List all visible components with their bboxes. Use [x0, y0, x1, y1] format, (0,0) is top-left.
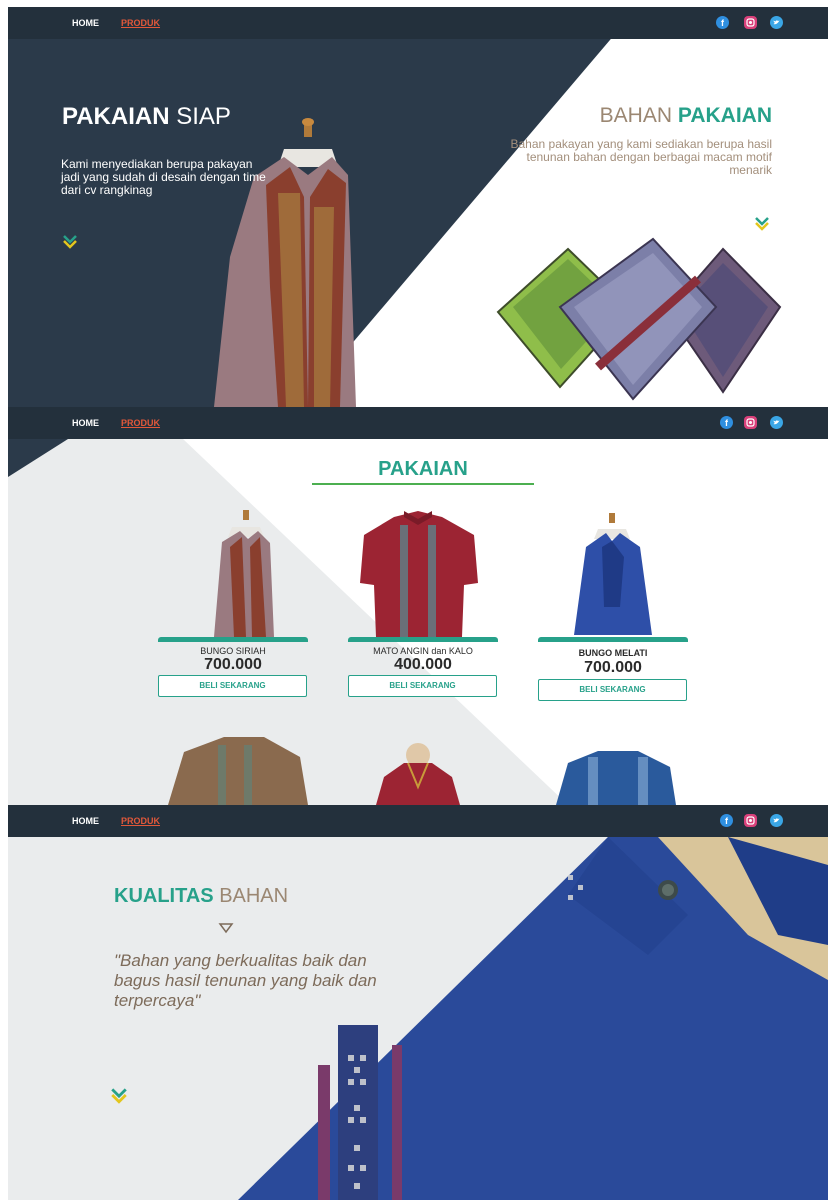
instagram-icon[interactable] [744, 416, 757, 429]
product-price: 700.000 [584, 659, 642, 676]
product-card-bar [538, 637, 688, 642]
product-card-bar [348, 637, 498, 642]
hero-left-title: PAKAIAN SIAP [62, 103, 231, 131]
product-name: BUNGO MELATI [578, 648, 648, 658]
nav-home-link[interactable]: HOME [72, 18, 99, 28]
nav-home-link[interactable]: HOME [72, 418, 99, 428]
facebook-icon[interactable]: f [716, 16, 729, 29]
nav-produk-link[interactable]: PRODUK [121, 418, 160, 428]
twitter-icon[interactable] [770, 814, 783, 827]
nav-produk-link[interactable]: PRODUK [121, 18, 160, 28]
hero-right-title-light: BAHAN [599, 104, 673, 127]
product-price: 400.000 [394, 656, 452, 673]
chevron-down-icon[interactable] [62, 233, 78, 249]
chevron-down-icon[interactable] [110, 1086, 128, 1104]
products-title-underline [312, 483, 534, 485]
nav-home-link[interactable]: HOME [72, 816, 99, 826]
top-navigation: HOME PRODUK f [8, 407, 828, 439]
product-image-row2-3 [556, 751, 676, 805]
product-name: MATO ANGIN dan KALO [373, 646, 473, 656]
hero-background [8, 7, 828, 407]
product-card-bar [158, 637, 308, 642]
instagram-icon[interactable] [744, 814, 757, 827]
twitter-icon[interactable] [770, 416, 783, 429]
nav-produk-link[interactable]: PRODUK [121, 816, 160, 826]
quality-quote: "Bahan yang berkualitas baik dan bagus h… [114, 951, 377, 1010]
top-navigation: HOME PRODUK f [8, 805, 828, 837]
facebook-icon[interactable]: f [720, 416, 733, 429]
buy-now-button[interactable]: BELI SEKARANG [538, 679, 687, 701]
hero-right-title: BAHAN PAKAIAN [600, 104, 772, 128]
hero-left-title-light: SIAP [176, 103, 231, 130]
facebook-icon[interactable]: f [720, 814, 733, 827]
products-title: PAKAIAN [378, 458, 468, 480]
hero-right-description: Bahan pakayan yang kami sediakan berupa … [510, 137, 772, 177]
quality-title-bold: KUALITAS [114, 885, 214, 907]
products-section: HOME PRODUK f PAKAIAN BUNGO SIRIAH 700.0… [8, 407, 828, 805]
product-name: BUNGO SIRIAH [200, 646, 266, 656]
quality-title: KUALITAS BAHAN [114, 885, 288, 908]
buy-now-button[interactable]: BELI SEKARANG [348, 675, 497, 697]
buy-now-button[interactable]: BELI SEKARANG [158, 675, 307, 697]
instagram-icon[interactable] [744, 16, 757, 29]
hero-section: HOME PRODUK f PAKAIAN SIAP Kami menyedia… [8, 7, 828, 407]
top-navigation: HOME PRODUK f [8, 7, 828, 39]
quality-title-light: BAHAN [219, 885, 289, 907]
hero-right-title-bold: PAKAIAN [677, 104, 772, 127]
product-price: 700.000 [204, 656, 262, 673]
chevron-down-icon[interactable] [754, 215, 770, 231]
product-image-mato-angin [360, 511, 478, 637]
twitter-icon[interactable] [770, 16, 783, 29]
hero-left-description: Kami menyediakan berupa pakayan jadi yan… [61, 157, 266, 197]
fabric-swatches-image [496, 237, 782, 401]
product-image-bungo-melati [574, 513, 652, 635]
triangle-down-icon [218, 923, 234, 934]
quality-section: HOME PRODUK f KUALITAS BAHAN "Bahan yang… [8, 805, 828, 1200]
hero-left-title-bold: PAKAIAN [62, 103, 170, 130]
